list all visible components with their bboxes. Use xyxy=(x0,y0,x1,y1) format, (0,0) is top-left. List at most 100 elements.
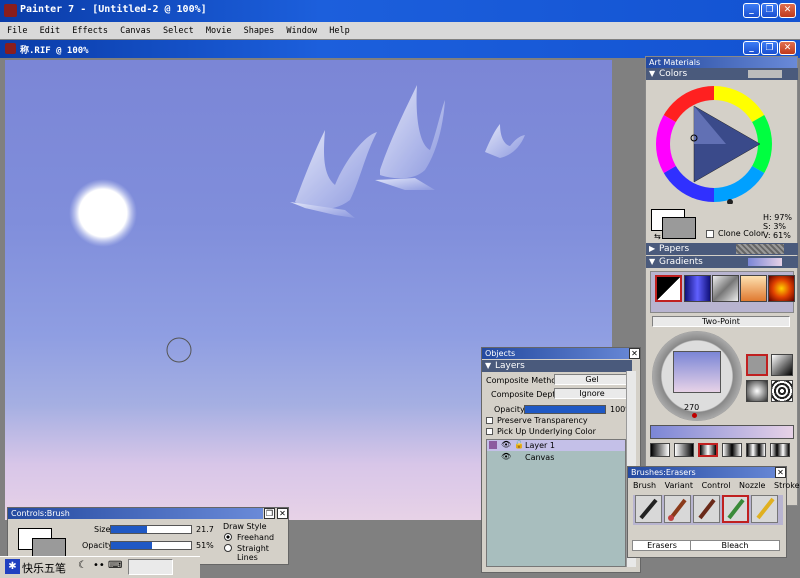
objects-close-icon[interactable]: ✕ xyxy=(629,348,640,359)
papers-section-header[interactable]: ▶ Papers xyxy=(646,243,798,255)
clone-color-label: Clone Color xyxy=(718,229,765,238)
bleach-brush-icon[interactable] xyxy=(664,495,691,523)
gradient-style-radial[interactable] xyxy=(771,354,793,376)
gradient-tile-two-point[interactable] xyxy=(655,275,682,302)
preserve-transparency-checkbox[interactable] xyxy=(486,417,493,424)
gradient-order-5[interactable] xyxy=(746,443,766,457)
art-materials-palette: Art Materials ▼ Colors ⇆ Clone Color H: 9… xyxy=(645,56,798,506)
canvas-row[interactable]: 👁 Canvas xyxy=(487,452,625,463)
layer-row[interactable]: 👁 🔓 Layer 1 xyxy=(487,440,625,451)
brush-tab-stroke[interactable]: Stroke xyxy=(774,481,800,490)
minimize-button[interactable]: _ xyxy=(743,3,760,18)
gradient-ramp-bar[interactable] xyxy=(650,425,794,439)
darkener-brush-icon[interactable] xyxy=(693,495,720,523)
menu-bar: File Edit Effects Canvas Select Movie Sh… xyxy=(0,22,800,39)
menu-window[interactable]: Window xyxy=(286,26,317,36)
menu-help[interactable]: Help xyxy=(329,26,349,36)
eye-icon[interactable]: 👁 xyxy=(501,452,511,461)
primary-color-swatch[interactable] xyxy=(662,217,696,239)
composite-method-label: Composite Method xyxy=(486,376,562,385)
app-title-bar[interactable]: Painter 7 - [Untitled-2 @ 100%] _ ❐ ✕ xyxy=(0,0,800,22)
pencil-brush-icon[interactable] xyxy=(751,495,778,523)
ime-name[interactable]: 快乐五笔 xyxy=(22,560,66,576)
gradient-style-circular[interactable] xyxy=(746,380,768,402)
art-materials-title[interactable]: Art Materials xyxy=(646,57,797,68)
gradient-tile-copper[interactable] xyxy=(740,275,767,302)
brush-cursor xyxy=(166,337,192,363)
maximize-button[interactable]: ❐ xyxy=(761,3,778,18)
gradient-tile-silver[interactable] xyxy=(712,275,739,302)
brush-opacity-slider[interactable] xyxy=(110,541,192,550)
menu-effects[interactable]: Effects xyxy=(72,26,108,36)
menu-shapes[interactable]: Shapes xyxy=(244,26,275,36)
objects-title[interactable]: Objects xyxy=(482,348,640,359)
menu-movie[interactable]: Movie xyxy=(206,26,232,36)
gradient-style-spiral[interactable] xyxy=(771,380,793,402)
brush-tab-nozzle[interactable]: Nozzle xyxy=(739,481,765,490)
brush-tab-variant[interactable]: Variant xyxy=(665,481,693,490)
layers-section-header[interactable]: ▼ Layers xyxy=(482,360,632,372)
crane-birds xyxy=(290,85,525,218)
close-button[interactable]: ✕ xyxy=(779,3,796,18)
gradient-angle-value: 270 xyxy=(684,403,700,412)
collapse-arrow-icon: ▼ xyxy=(649,69,656,78)
brush-tab-brush[interactable]: Brush xyxy=(633,481,656,490)
ime-input-box[interactable] xyxy=(128,559,173,575)
moon-mode-icon[interactable]: ☾ xyxy=(78,560,87,571)
gradient-order-6[interactable] xyxy=(770,443,790,457)
gradient-type-field[interactable]: Two-Point xyxy=(652,316,790,327)
brush-variant-select[interactable]: Bleach xyxy=(690,540,780,551)
colors-section-header[interactable]: ▼ Colors xyxy=(646,68,798,80)
gradients-section-header[interactable]: ▼ Gradients xyxy=(646,256,798,268)
ime-logo-icon[interactable]: ✱ xyxy=(5,559,20,574)
brush-category-select[interactable]: Erasers xyxy=(632,540,692,551)
controls-title[interactable]: Controls:Brush xyxy=(8,508,263,519)
gradient-order-2[interactable] xyxy=(674,443,694,457)
composite-method-select[interactable]: Gel xyxy=(554,374,630,385)
gradient-tile-blue-bars[interactable] xyxy=(684,275,711,302)
doc-close-button[interactable]: ✕ xyxy=(779,41,796,55)
menu-edit[interactable]: Edit xyxy=(40,26,60,36)
menu-file[interactable]: File xyxy=(7,26,27,36)
gradient-style-linear[interactable] xyxy=(746,354,768,376)
gradient-angle-knob[interactable] xyxy=(692,413,697,418)
brush-icons-row xyxy=(633,495,783,525)
doc-minimize-button[interactable]: _ xyxy=(743,41,760,55)
straight-lines-radio-icon[interactable] xyxy=(224,544,232,552)
layer-thumbnail-icon xyxy=(489,441,497,449)
eraser-brush-icon[interactable] xyxy=(635,495,662,523)
brush-size-slider[interactable] xyxy=(110,525,192,534)
gradient-order-4[interactable] xyxy=(722,443,742,457)
doc-restore-button[interactable]: ❐ xyxy=(761,41,778,55)
document-icon xyxy=(5,43,16,54)
layer-opacity-label: Opacity xyxy=(494,405,525,414)
brushes-title[interactable]: Brushes:Erasers xyxy=(628,467,786,478)
gradient-order-1[interactable] xyxy=(650,443,670,457)
selected-brush-icon[interactable] xyxy=(722,495,749,523)
brushes-close-icon[interactable]: ✕ xyxy=(775,467,786,478)
pick-up-color-label: Pick Up Underlying Color xyxy=(497,427,596,436)
color-wheel[interactable] xyxy=(654,84,774,204)
swap-colors-icon[interactable]: ⇆ xyxy=(654,232,661,241)
menu-canvas[interactable]: Canvas xyxy=(120,26,151,36)
composite-depth-select[interactable]: Ignore xyxy=(554,388,630,399)
controls-close-icon[interactable]: ✕ xyxy=(277,508,288,519)
pick-up-color-checkbox[interactable] xyxy=(486,428,493,435)
menu-select[interactable]: Select xyxy=(163,26,194,36)
keyboard-icon[interactable]: ⌨ xyxy=(108,560,122,571)
lock-icon[interactable]: 🔓 xyxy=(514,440,524,449)
composite-depth-label: Composite Depth xyxy=(491,390,561,399)
brush-size-value: 21.7 xyxy=(196,525,214,534)
eye-icon[interactable]: 👁 xyxy=(501,440,511,449)
brush-tab-control[interactable]: Control xyxy=(702,481,731,490)
freehand-radio-icon[interactable] xyxy=(224,533,232,541)
layer-opacity-slider[interactable] xyxy=(524,405,606,414)
saturation-value: S: 3% xyxy=(763,222,787,231)
gradient-tile-spiral[interactable] xyxy=(768,275,795,302)
clone-color-checkbox[interactable] xyxy=(706,230,714,238)
punctuation-icon[interactable]: •• xyxy=(93,560,105,571)
gradient-order-3[interactable] xyxy=(698,443,718,457)
controls-restore-icon[interactable]: ❐ xyxy=(264,508,275,519)
moon xyxy=(69,179,137,247)
canvas-layer-name: Canvas xyxy=(525,453,555,462)
